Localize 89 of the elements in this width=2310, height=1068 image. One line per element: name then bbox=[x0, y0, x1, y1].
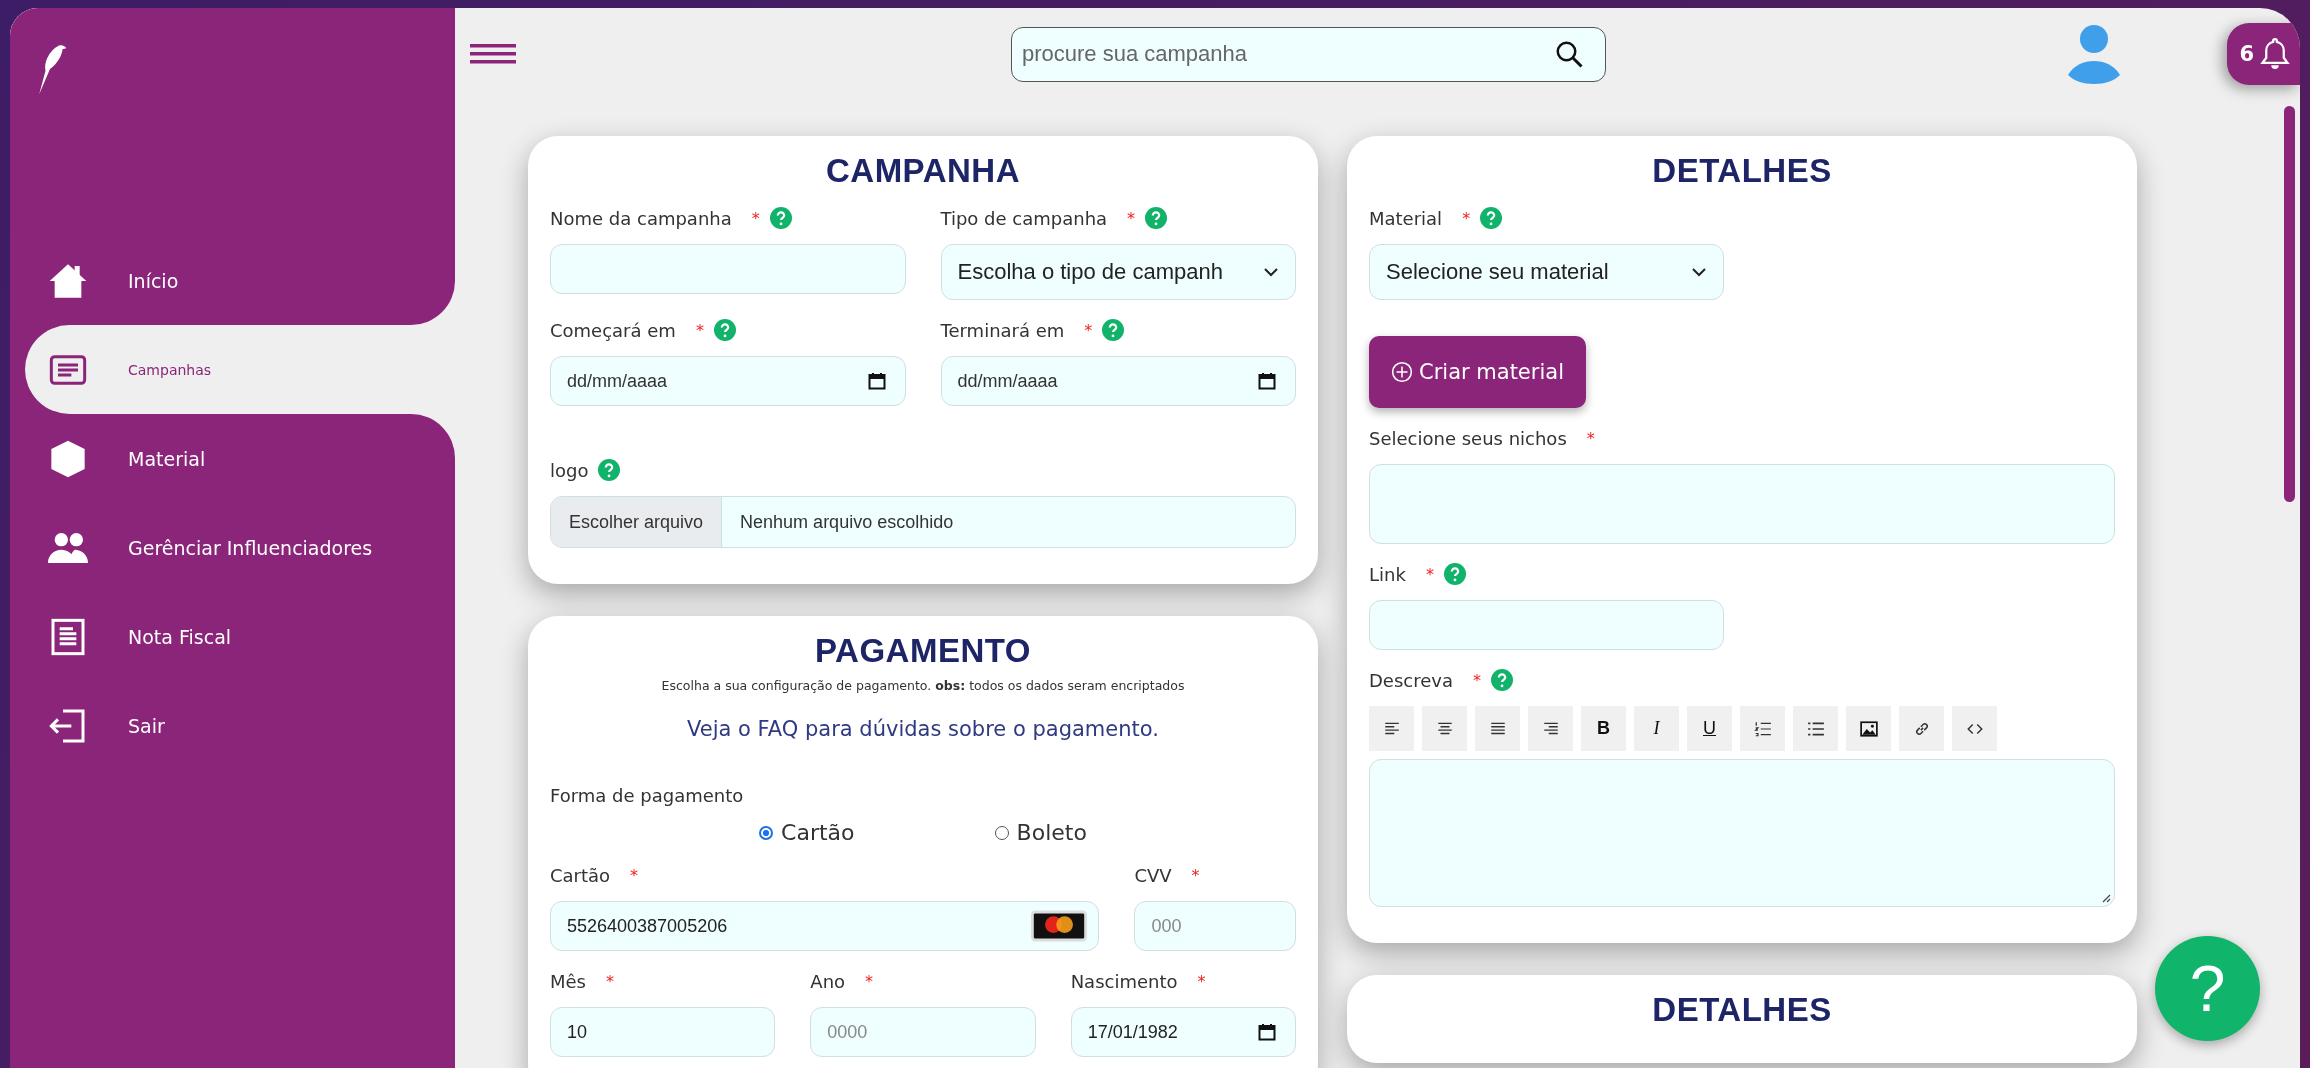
required-mark: * bbox=[630, 865, 639, 885]
menu-icon[interactable] bbox=[470, 44, 516, 64]
faq-link[interactable]: Veja o FAQ para dúvidas sobre o pagamento. bbox=[550, 717, 1296, 741]
select-field[interactable]: Selecione seu material bbox=[1369, 244, 1724, 300]
field-label: Material bbox=[1369, 207, 1443, 229]
help-icon[interactable] bbox=[1145, 207, 1168, 229]
required-mark: * bbox=[751, 208, 760, 228]
required-mark: * bbox=[1473, 670, 1481, 690]
sidebar-item[interactable]: Nota Fiscal bbox=[10, 592, 455, 681]
field-label: Nascimento bbox=[1070, 970, 1178, 992]
toolbar-button[interactable] bbox=[1846, 706, 1891, 751]
numbered-list-icon bbox=[1753, 719, 1772, 738]
required-mark: * bbox=[695, 320, 704, 340]
avatar-icon[interactable] bbox=[2066, 23, 2122, 85]
text-field[interactable]: 10 bbox=[550, 1007, 776, 1057]
help-icon[interactable] bbox=[598, 459, 621, 481]
sidebar-item[interactable]: Início bbox=[10, 236, 455, 325]
radio-option[interactable]: Cartão bbox=[759, 820, 855, 845]
select-field[interactable]: Escolha o tipo de campanh bbox=[940, 244, 1296, 300]
field-label: CVV bbox=[1134, 864, 1172, 886]
plus-circle-icon bbox=[1391, 361, 1413, 383]
field-label: Ano bbox=[810, 970, 846, 992]
chevron-icon bbox=[1263, 267, 1279, 277]
niche-field[interactable] bbox=[1369, 464, 2115, 544]
field-label: Forma de pagamento bbox=[550, 785, 744, 806]
field-label: Mês bbox=[550, 970, 586, 992]
radio-button[interactable] bbox=[759, 825, 774, 840]
field-label: Cartão bbox=[550, 864, 611, 886]
required-mark: * bbox=[865, 971, 874, 991]
image-icon bbox=[1859, 719, 1878, 738]
card-title: DETALHES bbox=[1651, 991, 1833, 1029]
card-title: CAMPANHA bbox=[824, 152, 1021, 190]
field-label: logo bbox=[550, 459, 589, 481]
help-icon[interactable] bbox=[1491, 669, 1513, 691]
field-label: Terminará em bbox=[940, 319, 1065, 341]
calendar-icon[interactable] bbox=[1258, 372, 1276, 390]
scrollbar[interactable] bbox=[2284, 106, 2295, 502]
chevron-icon bbox=[1691, 267, 1707, 277]
create-material-button[interactable]: Criar material bbox=[1369, 336, 1586, 408]
calendar-icon[interactable] bbox=[1258, 1023, 1276, 1041]
choose-file-button[interactable]: Escolher arquivo bbox=[551, 497, 723, 547]
text-field[interactable]: 000 bbox=[1134, 901, 1296, 951]
required-mark: * bbox=[1197, 971, 1206, 991]
text-field[interactable]: 0000 bbox=[810, 1007, 1036, 1057]
required-mark: * bbox=[1462, 208, 1471, 228]
card-number-field[interactable]: 5526400387005206 bbox=[550, 901, 1100, 951]
required-mark: * bbox=[1425, 564, 1434, 584]
cube-icon bbox=[48, 438, 88, 479]
required-mark: * bbox=[1127, 208, 1136, 228]
sidebar-item[interactable]: Sair bbox=[10, 681, 455, 770]
underline-button[interactable]: U bbox=[1687, 706, 1732, 751]
bell-icon bbox=[2260, 36, 2290, 72]
field-label: Selecione seus nichos bbox=[1369, 427, 1567, 449]
sidebar-item[interactable]: Gerênciar Influenciadores bbox=[10, 503, 455, 592]
payment-note: Escolha a sua configuração de pagamento. obs: todos os dados seram encriptados bbox=[660, 678, 1186, 693]
field-label: Começará em bbox=[550, 319, 676, 341]
field-label: Descreva bbox=[1369, 669, 1453, 691]
required-mark: * bbox=[1084, 320, 1093, 340]
calendar-icon[interactable] bbox=[867, 372, 886, 390]
date-field[interactable]: dd/mm/aaaa bbox=[550, 356, 906, 406]
file-field[interactable]: Escolher arquivo Nenhum arquivo escolhido bbox=[550, 496, 1296, 548]
file-name-text: Nenhum arquivo escolhido bbox=[739, 510, 954, 534]
help-icon[interactable] bbox=[1443, 563, 1466, 585]
date-field[interactable]: dd/mm/aaaa bbox=[940, 356, 1296, 406]
bold-button[interactable]: B bbox=[1581, 706, 1626, 751]
sidebar-item[interactable]: Material bbox=[10, 414, 455, 503]
notification-button[interactable]: 6 bbox=[2227, 23, 2300, 85]
italic-button[interactable]: I bbox=[1634, 706, 1679, 751]
required-mark: * bbox=[606, 971, 614, 991]
help-icon[interactable] bbox=[769, 207, 792, 229]
help-icon[interactable] bbox=[1480, 207, 1503, 229]
field-label: Link bbox=[1369, 563, 1406, 585]
required-mark: * bbox=[1191, 865, 1200, 885]
card-title: DETALHES bbox=[1651, 152, 1833, 190]
help-icon[interactable] bbox=[713, 319, 736, 341]
description-field[interactable] bbox=[1369, 759, 2115, 907]
required-mark: * bbox=[1586, 428, 1595, 448]
field-label: Nome da campanha bbox=[550, 207, 732, 229]
radio-option[interactable]: Boleto bbox=[994, 820, 1087, 845]
card-logo-icon bbox=[1031, 910, 1088, 942]
date-field[interactable]: 17/01/1982 bbox=[1070, 1007, 1296, 1057]
text-field[interactable] bbox=[1369, 600, 1724, 650]
text-field[interactable] bbox=[550, 244, 906, 294]
field-label: Tipo de campanha bbox=[940, 207, 1108, 229]
sidebar-item[interactable]: Campanhas bbox=[25, 325, 455, 414]
card-title: PAGAMENTO bbox=[814, 632, 1032, 670]
help-icon[interactable] bbox=[1102, 319, 1125, 341]
resize-handle-icon[interactable] bbox=[2101, 893, 2111, 903]
search-field[interactable]: procure sua campanha bbox=[1011, 26, 1606, 82]
